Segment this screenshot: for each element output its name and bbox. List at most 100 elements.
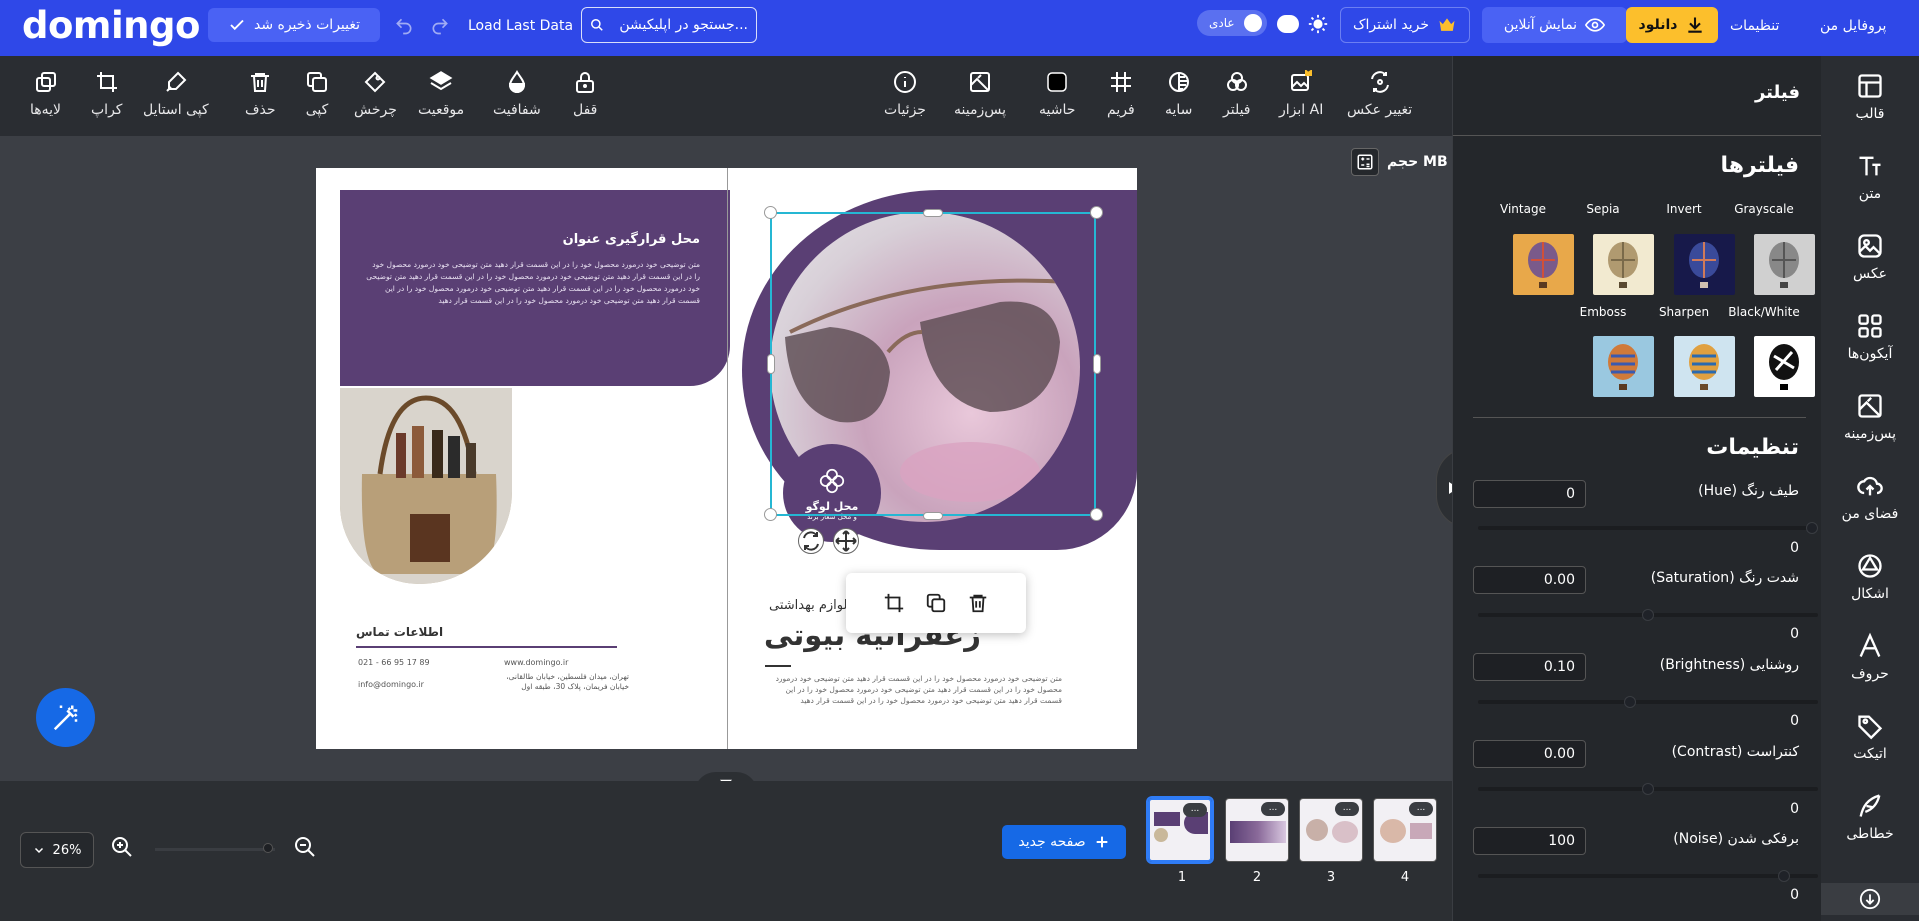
rail-item-shapes[interactable]: اشکال: [1821, 552, 1919, 602]
zoom-slider-knob[interactable]: [263, 843, 273, 853]
rail-item-sticker[interactable]: اتیکت: [1821, 712, 1919, 762]
filter-grayscale-thumb[interactable]: [1754, 234, 1815, 295]
move-handle[interactable]: [833, 528, 859, 554]
search-input[interactable]: جستجو در اپلیکیشن...: [581, 7, 757, 43]
contact-phone[interactable]: 021 - 66 95 17 89: [358, 658, 430, 667]
rail-item-template[interactable]: قالب: [1821, 72, 1919, 122]
rail-item-background[interactable]: پس‌زمینه: [1821, 392, 1919, 442]
tool-filter[interactable]: فیلتر: [1223, 70, 1251, 118]
filter-sharpen-thumb[interactable]: [1674, 336, 1735, 397]
tool-change-photo[interactable]: تغییر عکس: [1347, 70, 1412, 118]
filter-black-white-thumb[interactable]: [1754, 336, 1815, 397]
quick-crop-button[interactable]: [883, 592, 905, 614]
contrast-slider[interactable]: [1478, 783, 1818, 795]
tool-position[interactable]: موقعیت: [418, 70, 464, 118]
slider-knob[interactable]: [1778, 870, 1790, 882]
contact-address[interactable]: تهران، میدان فلسطین، خیابان طالقانی، خیا…: [501, 672, 629, 692]
file-size-indicator[interactable]: حجم MB: [1351, 148, 1448, 176]
tool-opacity[interactable]: شفافیت: [493, 70, 541, 118]
noise-slider[interactable]: [1478, 870, 1818, 882]
rail-item-calligraphy[interactable]: خطاطی: [1821, 792, 1919, 842]
zoom-in-button[interactable]: [110, 835, 134, 859]
rotate-handle[interactable]: [798, 528, 824, 554]
tool-shadow[interactable]: سایه: [1165, 70, 1192, 118]
zoom-select[interactable]: 26%: [20, 832, 94, 868]
tool-frame[interactable]: فریم: [1107, 70, 1135, 118]
load-last-data-button[interactable]: Load Last Data: [468, 12, 573, 40]
thumb-options[interactable]: ...: [1335, 802, 1359, 816]
filter-vintage-thumb[interactable]: [1513, 234, 1574, 295]
tool-background[interactable]: پس‌زمینه: [954, 70, 1006, 118]
resize-handle-top[interactable]: [923, 209, 943, 217]
filter-invert-thumb[interactable]: [1674, 234, 1735, 295]
rail-scroll-down-button[interactable]: [1821, 883, 1919, 915]
tool-details[interactable]: جزئیات: [884, 70, 926, 118]
noise-input[interactable]: 100: [1473, 827, 1586, 855]
contact-title[interactable]: اطلاعات تماس: [356, 625, 443, 639]
rail-item-my-space[interactable]: فضای من: [1821, 472, 1919, 522]
slider-knob[interactable]: [1642, 609, 1654, 621]
resize-handle-right[interactable]: [1093, 354, 1101, 374]
resize-handle-bottom-right[interactable]: [1090, 508, 1103, 521]
undo-button[interactable]: [389, 12, 419, 40]
rail-item-text[interactable]: متن: [1821, 152, 1919, 202]
tool-delete[interactable]: حذف: [245, 70, 276, 118]
slider-knob[interactable]: [1806, 522, 1818, 534]
saved-status-button[interactable]: تغییرات ذخیره شد: [208, 8, 380, 42]
resize-handle-top-left[interactable]: [764, 206, 777, 219]
resize-handle-bottom[interactable]: [923, 512, 943, 520]
quick-delete-button[interactable]: [967, 592, 989, 614]
brand-logo[interactable]: domingo: [22, 4, 200, 47]
zoom-slider[interactable]: [155, 848, 275, 851]
tool-copy[interactable]: کپی: [305, 70, 329, 118]
page-thumbnail-2[interactable]: ...: [1225, 798, 1289, 862]
left-page-title[interactable]: محل قرارگیری عنوان: [563, 232, 700, 247]
profile-menu[interactable]: پروفایل من: [1820, 12, 1886, 40]
theme-mode-toggle[interactable]: عادی: [1197, 10, 1267, 36]
rail-item-icons[interactable]: آیکون‌ها: [1821, 312, 1919, 362]
quick-copy-button[interactable]: [925, 592, 947, 614]
tool-lock[interactable]: قفل: [573, 70, 597, 118]
page-thumbnail-1[interactable]: ...: [1146, 796, 1214, 864]
left-page-body[interactable]: متن توضیحی خود درمورد محصول خود را در ای…: [365, 259, 700, 307]
brightness-slider[interactable]: [1478, 696, 1818, 708]
page-thumbnail-3[interactable]: ...: [1299, 798, 1363, 862]
saturation-slider[interactable]: [1478, 609, 1818, 621]
light-mode-button[interactable]: [1305, 11, 1331, 37]
saturation-input[interactable]: 0.00: [1473, 566, 1586, 594]
new-page-button[interactable]: صفحه جدید: [1002, 825, 1126, 859]
page-thumbnail-4[interactable]: ...: [1373, 798, 1437, 862]
contact-website[interactable]: www.domingo.ir: [504, 658, 568, 667]
redo-button[interactable]: [425, 12, 455, 40]
download-button[interactable]: دانلود: [1626, 7, 1718, 43]
resize-handle-top-right[interactable]: [1090, 206, 1103, 219]
contact-email[interactable]: info@domingo.ir: [358, 680, 424, 689]
thumb-options[interactable]: ...: [1183, 803, 1207, 817]
selection-box[interactable]: [770, 212, 1096, 516]
ai-magic-button[interactable]: [36, 688, 95, 747]
contrast-input[interactable]: 0.00: [1473, 740, 1586, 768]
hue-input[interactable]: 0: [1473, 480, 1586, 508]
rail-item-photo[interactable]: عکس: [1821, 232, 1919, 282]
slider-knob[interactable]: [1624, 696, 1636, 708]
filter-sepia-thumb[interactable]: [1593, 234, 1654, 295]
right-page-body[interactable]: متن توضیحی خود درمورد محصول خود را در ای…: [762, 673, 1062, 706]
slider-knob[interactable]: [1642, 783, 1654, 795]
right-page-subtitle[interactable]: لوازم بهداشتی: [769, 598, 847, 613]
design-page[interactable]: محل قرارگیری عنوان متن توضیحی خود درمورد…: [316, 168, 1137, 749]
thumb-options[interactable]: ...: [1409, 802, 1433, 816]
filter-emboss-thumb[interactable]: [1593, 336, 1654, 397]
hue-slider[interactable]: [1478, 522, 1818, 534]
settings-menu[interactable]: تنظیمات: [1730, 12, 1779, 40]
zoom-out-button[interactable]: [293, 835, 317, 859]
buy-subscription-button[interactable]: خرید اشتراک: [1340, 7, 1470, 43]
tool-rotate[interactable]: چرخش: [354, 70, 397, 118]
resize-handle-bottom-left[interactable]: [764, 508, 777, 521]
bag-photo[interactable]: [340, 388, 512, 584]
tool-border[interactable]: حاشیه: [1039, 70, 1075, 118]
tool-copy-style[interactable]: کپی استایل: [143, 70, 209, 118]
resize-handle-left[interactable]: [767, 354, 775, 374]
tool-ai[interactable]: ابزار AI: [1279, 70, 1323, 118]
tool-crop[interactable]: کراپ: [91, 70, 122, 118]
tool-layers[interactable]: لایه‌ها: [30, 70, 61, 118]
